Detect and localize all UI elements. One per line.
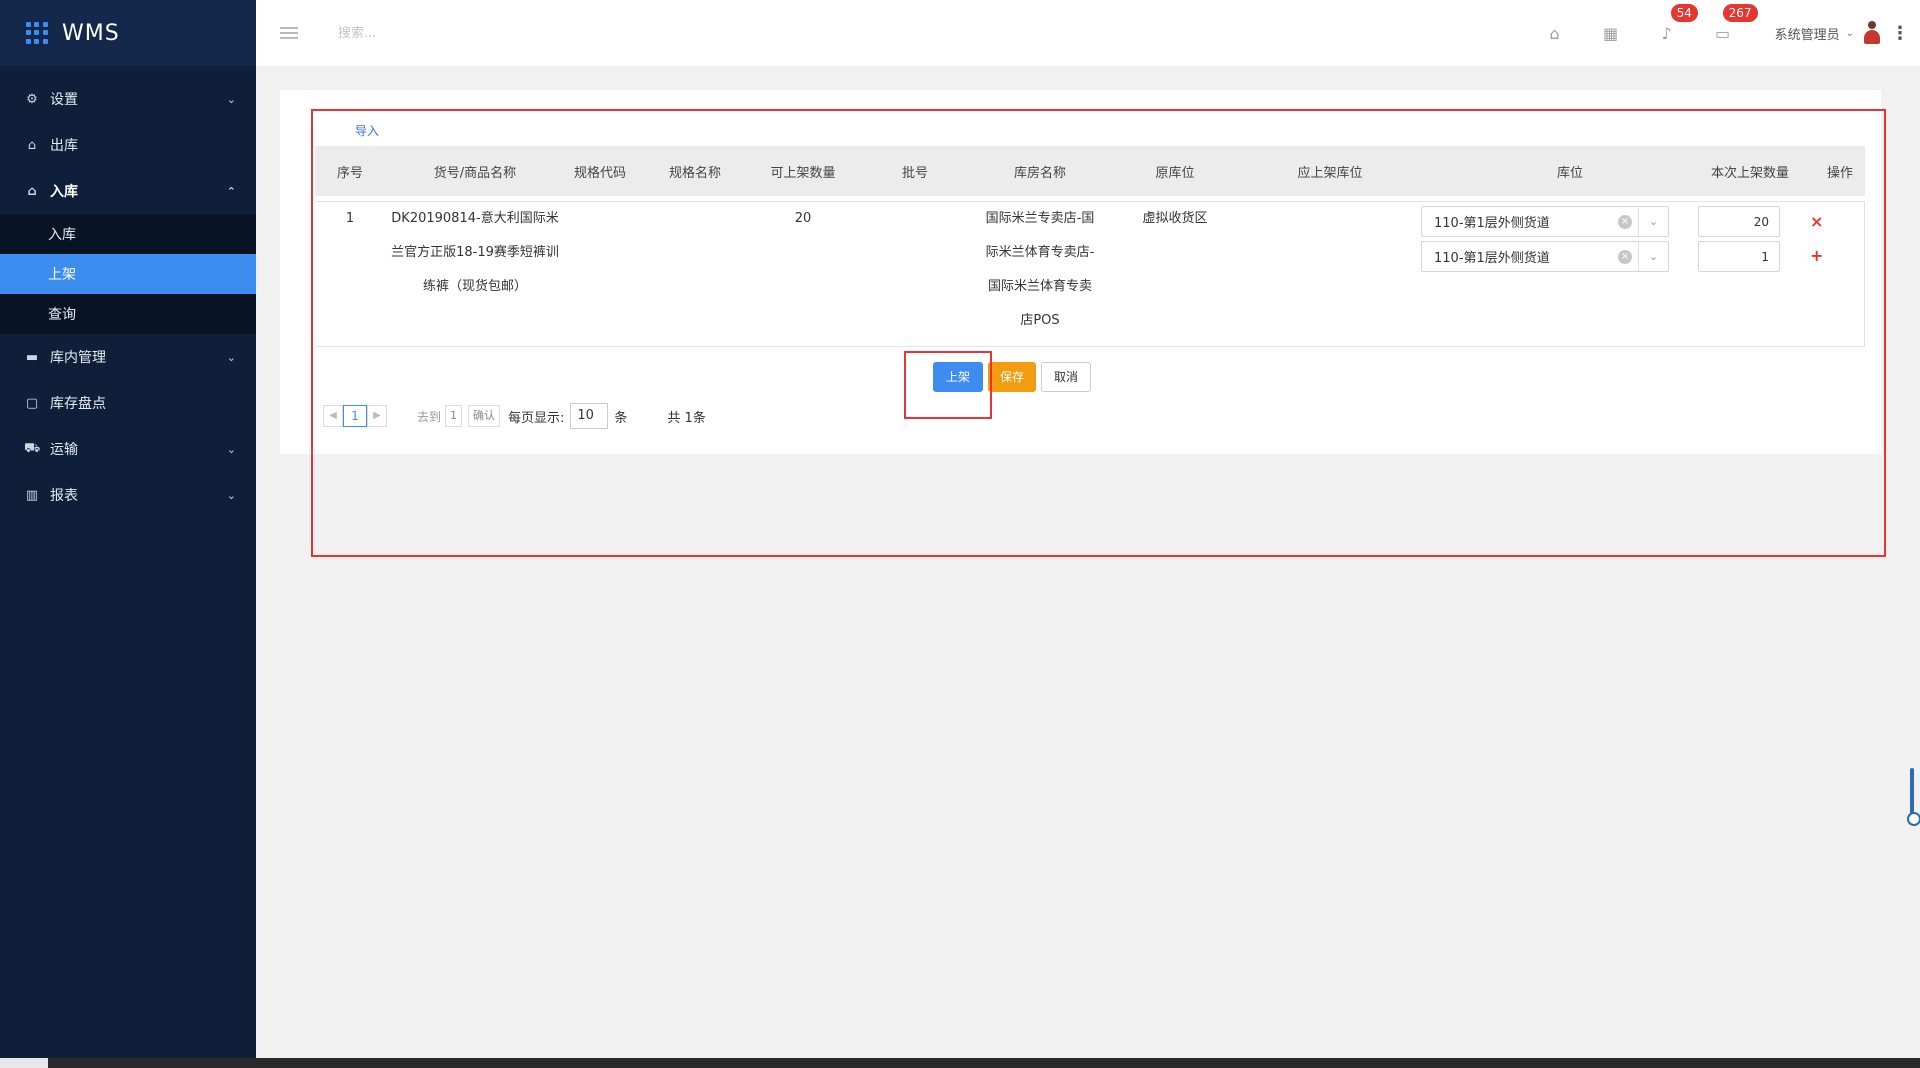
sidebar-subitem-inbound[interactable]: 入库 — [0, 214, 256, 254]
sidebar-subitem-putaway[interactable]: 上架 — [0, 254, 256, 294]
sidebar-item-reports[interactable]: ▥ 报表 ⌄ — [0, 472, 256, 518]
sidebar-item-label: 库存盘点 — [50, 396, 106, 412]
sidebar-item-inbound[interactable]: ⌂ 入库 ⌃ — [0, 168, 256, 214]
chevron-down-icon: ⌄ — [226, 350, 236, 364]
outbound-icon: ⌂ — [27, 137, 37, 153]
sidebar-item-label: 库内管理 — [50, 350, 106, 366]
notification-badge: 54 — [1670, 3, 1698, 22]
gear-icon: ⚙ — [26, 91, 38, 107]
chevron-down-icon: ⌄ — [226, 442, 236, 456]
sidebar-item-label: 报表 — [50, 488, 78, 504]
scroll-handle[interactable] — [1907, 768, 1920, 826]
sidebar-item-inventory-count[interactable]: ▢ 库存盘点 — [0, 380, 256, 426]
annotation-box-table — [311, 109, 1886, 557]
apps-grid-icon — [26, 22, 48, 44]
chevron-down-icon: ⌄ — [226, 488, 236, 502]
sidebar-item-label: 设置 — [50, 92, 78, 108]
warehouse-icon: ▬ — [25, 349, 39, 365]
menu-toggle-icon[interactable] — [280, 24, 298, 42]
user-name: 系统管理员 — [1774, 27, 1840, 43]
sidebar-item-label: 出库 — [50, 138, 78, 154]
truck-icon: ⛟ — [24, 440, 41, 456]
message-badge: 267 — [1722, 3, 1758, 22]
inbound-submenu: 入库 上架 查询 — [0, 214, 256, 334]
user-menu[interactable]: 系统管理员 ⌄ — [1775, 21, 1880, 45]
app-title: WMS — [62, 20, 120, 46]
taskbar — [0, 1058, 1920, 1068]
annotation-box-putaway — [904, 351, 992, 419]
inbound-icon: ⌂ — [27, 183, 37, 199]
more-options-icon[interactable]: ⋮ — [1880, 23, 1920, 44]
chevron-down-icon: ⌄ — [226, 92, 236, 106]
bell-icon[interactable]: ♪ 54 — [1639, 3, 1698, 43]
search-input[interactable] — [338, 25, 538, 41]
chevron-up-icon: ⌃ — [226, 184, 236, 198]
avatar — [1864, 21, 1880, 45]
sidebar-item-label: 入库 — [50, 184, 78, 200]
sidebar-item-warehouse-management[interactable]: ▬ 库内管理 ⌄ — [0, 334, 256, 380]
chevron-down-icon: ⌄ — [1845, 27, 1854, 39]
sidebar-subitem-query[interactable]: 查询 — [0, 294, 256, 334]
inventory-icon: ▢ — [25, 395, 39, 411]
sidebar-item-settings[interactable]: ⚙ 设置 ⌄ — [0, 76, 256, 122]
chart-icon: ▥ — [25, 487, 39, 503]
top-header: ⌂ ▦ ♪ 54 ▭ 267 系统管理员 ⌄ ⋮ — [256, 0, 1920, 66]
home-icon[interactable]: ⌂ — [1527, 24, 1583, 43]
sidebar-item-outbound[interactable]: ⌂ 出库 — [0, 122, 256, 168]
grid-icon[interactable]: ▦ — [1583, 24, 1639, 43]
sidebar-item-label: 运输 — [50, 442, 78, 458]
brand[interactable]: WMS — [0, 0, 256, 66]
header-actions: ⌂ ▦ ♪ 54 ▭ 267 系统管理员 ⌄ ⋮ — [1527, 0, 1920, 66]
sidebar-menu: ⚙ 设置 ⌄ ⌂ 出库 ⌂ 入库 ⌃ 入库 上架 查询 ▬ 库内管理 ⌄ ▢ 库… — [0, 76, 256, 518]
sidebar: WMS ⚙ 设置 ⌄ ⌂ 出库 ⌂ 入库 ⌃ 入库 上架 查询 ▬ 库内管理 ⌄… — [0, 0, 256, 1058]
sidebar-item-transport[interactable]: ⛟ 运输 ⌄ — [0, 426, 256, 472]
message-icon[interactable]: ▭ 267 — [1695, 3, 1758, 43]
